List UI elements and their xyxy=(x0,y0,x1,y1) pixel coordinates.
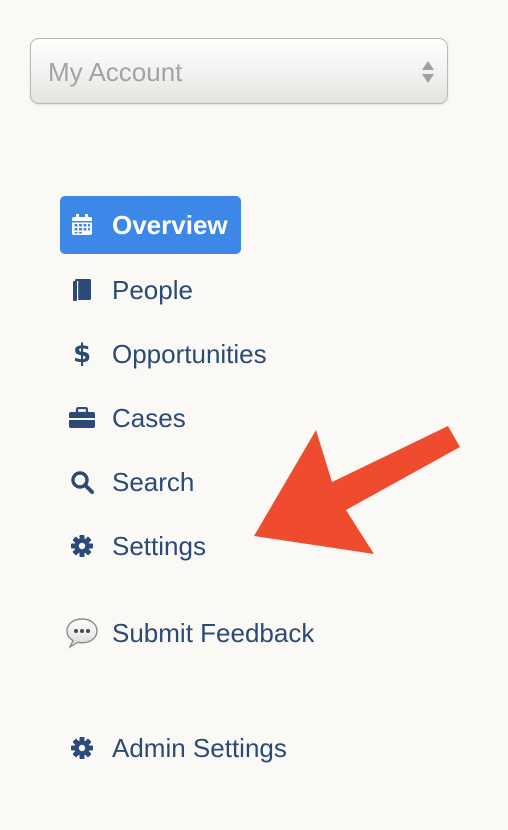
nav-label-admin-settings: Admin Settings xyxy=(112,732,287,763)
select-arrows-icon xyxy=(422,61,434,83)
nav-item-submit-feedback[interactable]: Submit Feedback xyxy=(60,604,314,662)
nav-label-search: Search xyxy=(112,466,195,497)
nav-item-overview[interactable]: Overview xyxy=(60,196,241,254)
nav-item-admin-settings[interactable]: Admin Settings xyxy=(60,719,287,777)
dollar-icon: $ xyxy=(60,339,104,369)
gear-icon xyxy=(60,737,104,759)
nav-label-opportunities: Opportunities xyxy=(112,338,267,369)
calendar-icon xyxy=(60,214,104,236)
annotation-arrow-icon xyxy=(254,426,460,554)
nav-label-settings: Settings xyxy=(112,530,206,561)
briefcase-icon xyxy=(60,407,104,429)
speech-bubble-icon xyxy=(60,617,104,649)
account-select[interactable]: My Account xyxy=(30,38,448,104)
nav-label-overview: Overview xyxy=(112,209,228,240)
nav-item-people[interactable]: People xyxy=(60,261,193,319)
account-select-value: My Account xyxy=(48,57,183,87)
nav-item-settings[interactable]: Settings xyxy=(60,517,206,575)
nav-item-cases[interactable]: Cases xyxy=(60,389,186,447)
search-icon xyxy=(60,470,104,494)
nav-label-submit-feedback: Submit Feedback xyxy=(112,617,315,648)
nav-item-opportunities[interactable]: $ Opportunities xyxy=(60,325,267,383)
dollar-glyph: $ xyxy=(72,339,92,369)
nav-item-search[interactable]: Search xyxy=(60,453,194,511)
book-icon xyxy=(60,278,104,302)
gear-icon xyxy=(60,535,104,557)
nav-label-cases: Cases xyxy=(112,402,186,433)
nav-label-people: People xyxy=(112,274,193,305)
